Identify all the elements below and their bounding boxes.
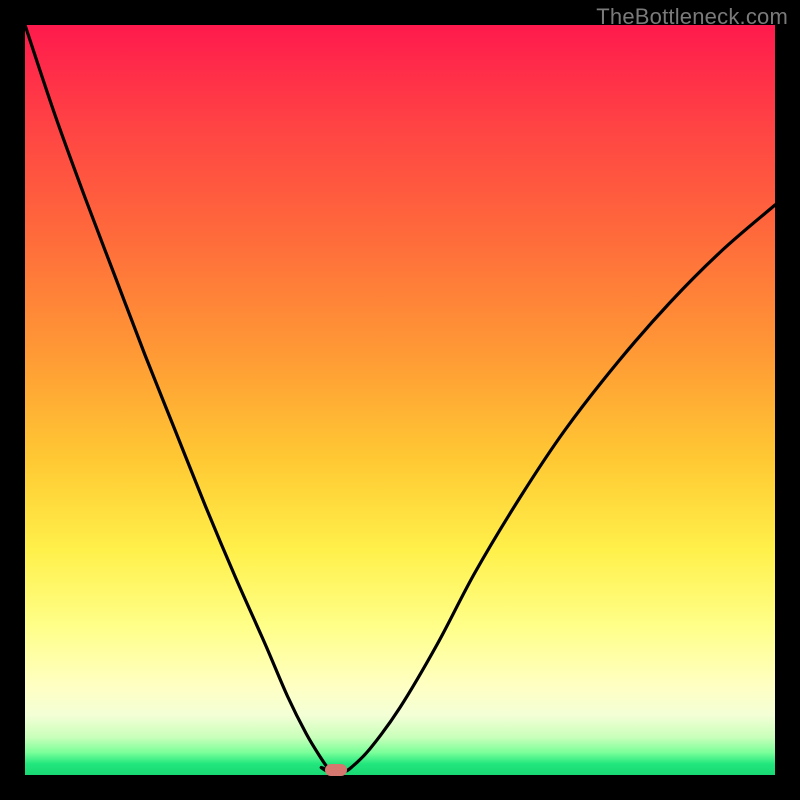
chart-frame (25, 25, 775, 775)
optimum-marker (325, 764, 347, 776)
bottleneck-curve (25, 25, 775, 775)
